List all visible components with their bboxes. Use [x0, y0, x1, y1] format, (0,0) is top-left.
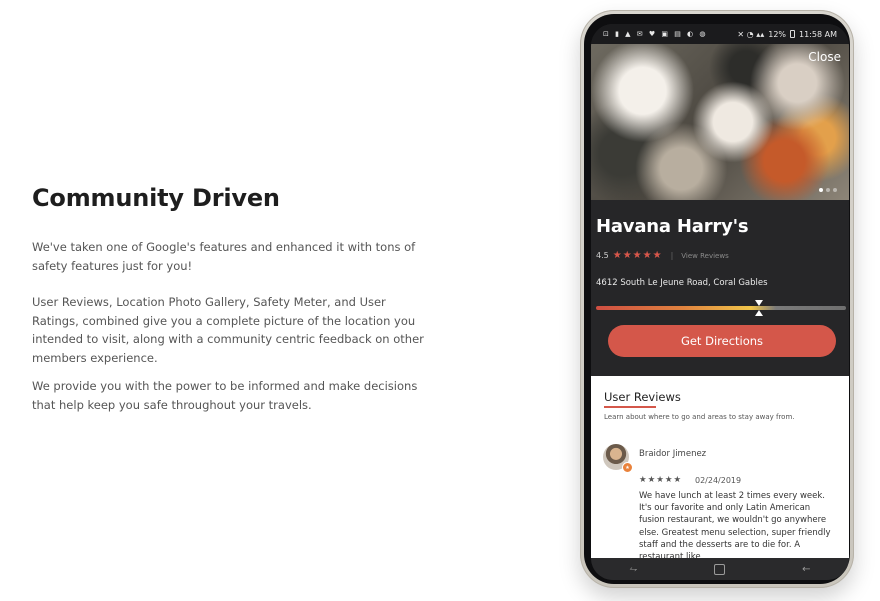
phone-screen: ⊡ ▮ ▲ ✉ ♥ ▣ ▤ ◐ ◍ ✕ ◔ ▴▴ 12% 11:58 AM Cl… — [591, 24, 849, 580]
notification-icons: ⊡ ▮ ▲ ✉ ♥ ▣ ▤ ◐ ◍ — [603, 30, 708, 38]
feature-paragraph-3: We provide you with the power to be info… — [32, 379, 418, 412]
location-info-panel: Havana Harry's 4.5 ★★★★★ | View Reviews … — [591, 200, 849, 376]
divider: | — [670, 251, 674, 260]
back-icon[interactable]: ← — [802, 564, 810, 575]
get-directions-button[interactable]: Get Directions — [608, 325, 836, 357]
phone-bezel: ⊡ ▮ ▲ ✉ ♥ ▣ ▤ ◐ ◍ ✕ ◔ ▴▴ 12% 11:58 AM Cl… — [584, 14, 850, 584]
gallery-dot[interactable] — [826, 188, 830, 192]
badge-icon: ★ — [622, 462, 633, 473]
status-right: ✕ ◔ ▴▴ 12% 11:58 AM — [737, 30, 837, 39]
place-name: Havana Harry's — [596, 216, 749, 237]
gallery-dots — [819, 188, 837, 192]
gallery-dot[interactable] — [833, 188, 837, 192]
rating-stars: ★★★★★ — [612, 250, 663, 261]
review-stars: ★★★★★ — [639, 475, 683, 485]
feature-heading: Community Driven — [32, 184, 280, 212]
feature-paragraph-2: User Reviews, Location Photo Gallery, Sa… — [32, 295, 424, 365]
battery-level: 12% — [768, 29, 787, 39]
close-button[interactable]: Close — [808, 50, 841, 64]
review-date: 02/24/2019 — [695, 476, 742, 485]
reviews-subtitle: Learn about where to go and areas to sta… — [604, 413, 795, 421]
home-icon[interactable] — [714, 563, 726, 575]
view-reviews-link[interactable]: View Reviews — [681, 252, 728, 260]
feature-paragraph-1: We've taken one of Google's features and… — [32, 240, 416, 273]
rating-row: 4.5 ★★★★★ | View Reviews — [596, 250, 729, 261]
phone-mockup: ⊡ ▮ ▲ ✉ ♥ ▣ ▤ ◐ ◍ ✕ ◔ ▴▴ 12% 11:58 AM Cl… — [580, 10, 854, 588]
safety-meter-marker — [754, 310, 763, 316]
gallery-dot[interactable] — [819, 188, 823, 192]
reviewer-name: Braidor Jimenez — [639, 449, 707, 459]
reviews-title: User Reviews — [604, 390, 681, 404]
safety-meter-marker — [754, 300, 763, 306]
feature-copy: Community Driven We've taken one of Goog… — [32, 184, 432, 432]
android-nav-bar: ⥊ ← — [591, 558, 849, 580]
location-photo[interactable] — [591, 44, 849, 200]
status-bar: ⊡ ▮ ▲ ✉ ♥ ▣ ▤ ◐ ◍ ✕ ◔ ▴▴ 12% 11:58 AM — [591, 24, 849, 44]
rating-value: 4.5 — [596, 251, 609, 260]
recent-apps-icon[interactable]: ⥊ — [629, 564, 637, 575]
battery-icon — [790, 30, 796, 38]
signal-icon: ✕ ◔ ▴▴ — [737, 29, 765, 39]
user-reviews-section: User Reviews Learn about where to go and… — [591, 376, 849, 562]
place-address: 4612 South Le Jeune Road, Coral Gables — [596, 278, 768, 288]
safety-meter — [596, 306, 846, 310]
title-underline — [604, 406, 656, 408]
review-text: We have lunch at least 2 times every wee… — [639, 491, 831, 562]
status-time: 11:58 AM — [799, 29, 837, 39]
